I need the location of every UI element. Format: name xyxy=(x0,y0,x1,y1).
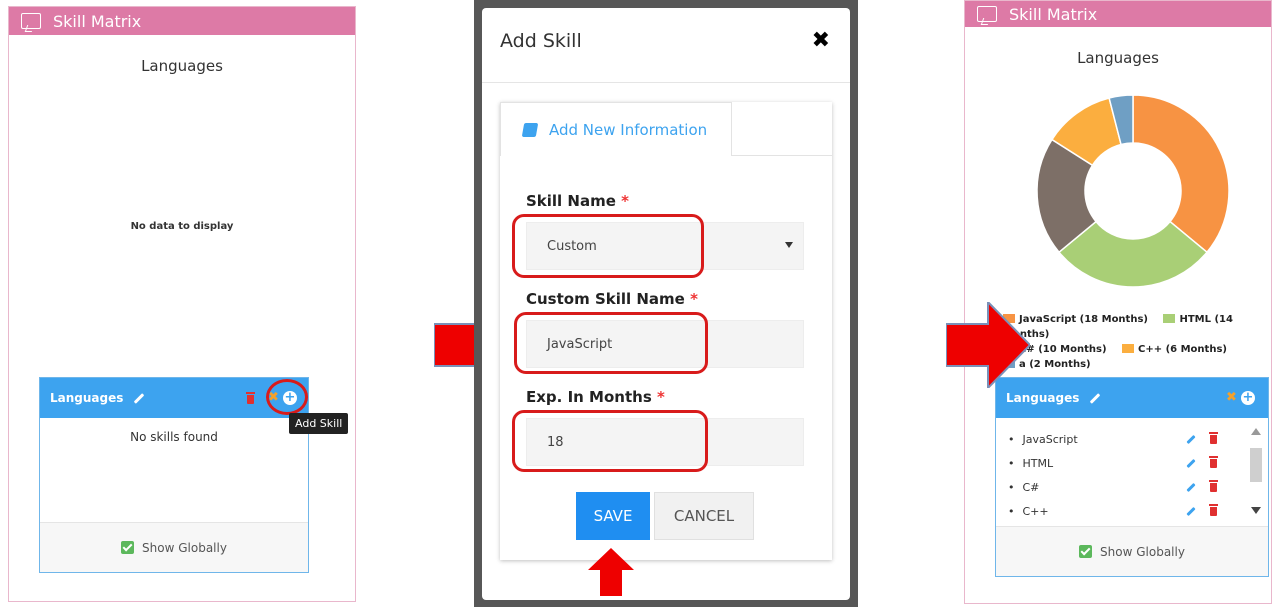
highlight-box xyxy=(512,410,708,472)
legend-item: C# (10 Months) xyxy=(1019,344,1107,355)
left-skill-matrix-panel: Skill Matrix Languages No data to displa… xyxy=(8,6,356,602)
panel-header: Skill Matrix xyxy=(9,7,355,35)
skill-name: C# xyxy=(1022,481,1040,494)
add-skill-dialog: Add Skill ✖ Add New Information Skill Na… xyxy=(482,8,850,600)
panel-title: Skill Matrix xyxy=(53,11,142,31)
tab-add-new-information[interactable]: Add New Information xyxy=(500,102,732,156)
delete-icon[interactable] xyxy=(1209,456,1218,468)
legend-swatch xyxy=(1122,344,1135,353)
checkbox-icon[interactable] xyxy=(121,541,135,554)
chart-legend: JavaScript (18 Months) HTML (14 Months) … xyxy=(1003,312,1272,372)
legend-row: JavaScript (18 Months) HTML (14 Months) xyxy=(1003,312,1272,342)
legend-swatch xyxy=(1163,314,1176,323)
panel-title: Skill Matrix xyxy=(1009,4,1098,24)
delete-icon[interactable] xyxy=(246,392,255,404)
empty-chart-message: No data to display xyxy=(130,221,234,232)
highlight-box xyxy=(512,214,704,278)
highlight-box xyxy=(514,312,708,374)
card-title: Languages xyxy=(1006,391,1080,405)
legend-row: a (2 Months) xyxy=(1003,357,1272,372)
card-title: Languages xyxy=(50,391,124,405)
languages-donut-chart xyxy=(1036,94,1230,288)
card-header: Languages ✖ + xyxy=(996,378,1268,418)
modal-title: Add Skill xyxy=(500,30,582,52)
empty-skills-message: No skills found xyxy=(130,430,218,444)
list-item: HTML xyxy=(1008,457,1054,470)
tab-divider xyxy=(732,155,832,156)
scroll-down-icon[interactable] xyxy=(1251,507,1261,514)
skill-name: C++ xyxy=(1022,505,1049,518)
scroll-up-icon[interactable] xyxy=(1251,428,1261,435)
list-item: C++ xyxy=(1008,505,1049,518)
chart-title: Languages xyxy=(141,57,223,75)
scrollbar[interactable] xyxy=(1250,426,1262,516)
custom-skill-name-label-text: Custom Skill Name xyxy=(526,290,685,308)
list-item: JavaScript xyxy=(1008,433,1078,446)
edit-icon[interactable] xyxy=(1090,392,1101,404)
add-skill-icon[interactable]: + xyxy=(1241,391,1255,405)
presentation-icon xyxy=(21,13,41,29)
donut-slice[interactable] xyxy=(1132,94,1230,254)
edit-icon[interactable] xyxy=(1186,506,1196,517)
legend-row: C# (10 Months) C++ (6 Months) xyxy=(1003,342,1272,357)
close-icon[interactable]: ✖ xyxy=(812,28,830,53)
show-globally-row[interactable]: Show Globally xyxy=(40,522,308,572)
scroll-thumb[interactable] xyxy=(1250,448,1262,482)
required-mark: * xyxy=(656,388,665,406)
delete-icon[interactable] xyxy=(1209,480,1218,492)
skill-name: JavaScript xyxy=(1022,433,1078,446)
show-globally-label: Show Globally xyxy=(142,540,227,555)
caret-down-icon xyxy=(785,242,793,248)
list-item: C# xyxy=(1008,481,1040,494)
divider xyxy=(482,82,850,83)
edit-icon[interactable] xyxy=(1186,434,1196,445)
delete-icon[interactable] xyxy=(1209,504,1218,516)
show-globally-label: Show Globally xyxy=(1100,544,1185,559)
skill-name-label: Skill Name * xyxy=(526,192,629,210)
legend-item: JavaScript (18 Months) xyxy=(1019,314,1148,325)
tab-label: Add New Information xyxy=(549,120,708,139)
checkbox-icon[interactable] xyxy=(1079,545,1093,558)
modal-overlay: Add Skill ✖ Add New Information Skill Na… xyxy=(474,0,858,607)
book-icon xyxy=(521,122,539,137)
red-arrow-up-icon xyxy=(588,548,634,596)
panel-header: Skill Matrix xyxy=(965,1,1271,27)
legend-item: C++ (6 Months) xyxy=(1138,344,1227,355)
skill-name-label-text: Skill Name xyxy=(526,192,616,210)
save-button[interactable]: SAVE xyxy=(576,492,650,540)
presentation-icon xyxy=(977,6,997,22)
highlight-circle xyxy=(266,379,308,415)
exp-months-label-text: Exp. In Months xyxy=(526,388,652,406)
edit-icon[interactable] xyxy=(134,392,145,404)
exp-months-label: Exp. In Months * xyxy=(526,388,665,406)
edit-icon[interactable] xyxy=(1186,458,1196,469)
add-skill-tooltip: Add Skill xyxy=(289,413,349,434)
languages-skill-card: Languages ✖ + JavaScript HTML C# C++ Sho… xyxy=(995,377,1269,577)
red-arrow-right-icon xyxy=(946,302,1030,388)
required-mark: * xyxy=(690,290,698,308)
close-icon[interactable]: ✖ xyxy=(1226,390,1237,405)
cancel-button[interactable]: CANCEL xyxy=(654,492,754,540)
edit-icon[interactable] xyxy=(1186,482,1196,493)
show-globally-row[interactable]: Show Globally xyxy=(996,526,1268,576)
delete-icon[interactable] xyxy=(1209,432,1218,444)
required-mark: * xyxy=(621,192,629,210)
chart-title: Languages xyxy=(1077,49,1159,67)
custom-skill-name-label: Custom Skill Name * xyxy=(526,290,698,308)
skill-name: HTML xyxy=(1022,457,1054,470)
